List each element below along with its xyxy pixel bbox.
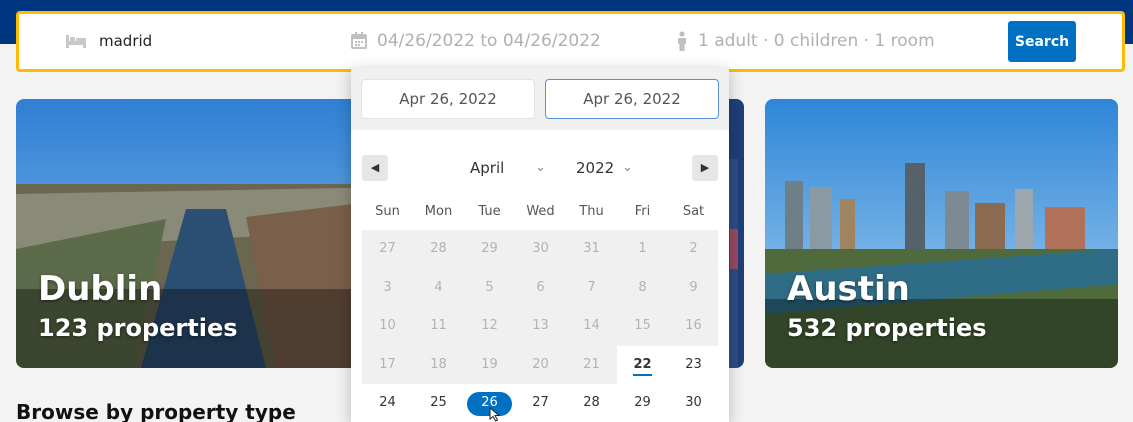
weekday-label: Thu xyxy=(579,204,604,219)
weekday-label: Sun xyxy=(375,204,400,219)
calendar-day-disabled: 8 xyxy=(638,279,647,295)
month-select[interactable]: April xyxy=(470,159,504,177)
section-heading: Browse by property type xyxy=(16,400,296,422)
calendar-day[interactable]: 23 xyxy=(668,345,719,384)
start-date-input[interactable]: Apr 26, 2022 xyxy=(361,79,535,119)
calendar-day-disabled: 2 xyxy=(689,241,698,256)
guests-field[interactable]: 1 adult · 0 children · 1 room xyxy=(698,31,935,51)
weekday-label: Mon xyxy=(424,204,453,219)
calendar-day-disabled: 9 xyxy=(689,279,698,295)
bed-icon xyxy=(66,35,86,48)
search-button[interactable]: Search xyxy=(1008,21,1076,62)
calendar-day-disabled: 21 xyxy=(583,356,600,372)
calendar-day-disabled: 27 xyxy=(379,241,396,256)
calendar-day[interactable]: 24 xyxy=(362,384,413,422)
prev-month-button[interactable]: ◀ xyxy=(362,155,388,181)
calendar-day-disabled: 15 xyxy=(634,318,651,333)
calendar-day-disabled: 5 xyxy=(485,279,494,295)
calendar-day-disabled: 12 xyxy=(481,318,498,333)
calendar-day[interactable]: 29 xyxy=(617,384,668,422)
year-select[interactable]: 2022 xyxy=(576,159,614,177)
calendar-day-disabled: 29 xyxy=(481,241,498,256)
calendar-day-disabled: 11 xyxy=(430,318,447,333)
search-bar: madrid 04/26/2022 to 04/26/2022 1 adult … xyxy=(16,11,1125,72)
weekday-label: Wed xyxy=(526,204,555,219)
calendar-day-disabled: 13 xyxy=(532,318,549,333)
calendar-day-disabled: 10 xyxy=(379,318,396,333)
person-icon xyxy=(678,31,686,51)
mouse-cursor-icon xyxy=(489,407,501,422)
destination-card-dublin[interactable]: Dublin 123 properties xyxy=(16,99,394,368)
calendar-day-disabled: 28 xyxy=(430,241,447,256)
calendar-day-disabled: 7 xyxy=(587,279,596,295)
card-title: Austin xyxy=(787,269,910,309)
calendar-day[interactable]: 28 xyxy=(566,384,617,422)
calendar-day-disabled: 14 xyxy=(583,318,600,333)
calendar-day-disabled: 1 xyxy=(638,241,647,256)
destination-input[interactable]: madrid xyxy=(99,32,152,50)
calendar-day-disabled: 20 xyxy=(532,356,549,372)
calendar-day-disabled: 16 xyxy=(685,318,702,333)
triangle-left-icon: ◀ xyxy=(370,161,380,174)
chevron-down-icon: ⌄ xyxy=(622,160,633,175)
datepicker-header: Apr 26, 2022 Apr 26, 2022 xyxy=(351,67,729,130)
weekday-label: Fri xyxy=(634,204,651,219)
calendar-day-disabled: 17 xyxy=(379,356,396,372)
next-month-button[interactable]: ▶ xyxy=(692,155,718,181)
chevron-down-icon: ⌄ xyxy=(535,160,546,175)
calendar-day-disabled: 4 xyxy=(434,279,443,295)
calendar-day-disabled: 3 xyxy=(383,279,392,295)
weekday-label: Sat xyxy=(682,204,705,219)
card-subtitle: 532 properties xyxy=(787,314,987,342)
calendar-day-disabled: 6 xyxy=(536,279,545,295)
calendar-day[interactable]: 30 xyxy=(668,384,719,422)
triangle-right-icon: ▶ xyxy=(700,161,710,174)
card-subtitle: 123 properties xyxy=(38,314,238,342)
calendar-day-disabled: 30 xyxy=(532,241,549,256)
date-range-field[interactable]: 04/26/2022 to 04/26/2022 xyxy=(377,31,601,51)
calendar-day[interactable]: 25 xyxy=(413,384,464,422)
calendar-day-disabled: 19 xyxy=(481,356,498,372)
calendar-day[interactable]: 27 xyxy=(515,384,566,422)
calendar-day-disabled: 31 xyxy=(583,241,600,256)
card-title: Dublin xyxy=(38,269,163,309)
calendar-icon xyxy=(351,32,367,49)
destination-card-austin[interactable]: Austin 532 properties xyxy=(765,99,1118,368)
calendar-day-disabled: 18 xyxy=(430,356,447,372)
calendar-day-today[interactable]: 22 xyxy=(617,345,668,384)
end-date-input[interactable]: Apr 26, 2022 xyxy=(545,79,719,119)
datepicker: Apr 26, 2022 Apr 26, 2022 ◀ April ⌄ 2022… xyxy=(351,67,729,422)
weekday-label: Tue xyxy=(478,204,501,219)
